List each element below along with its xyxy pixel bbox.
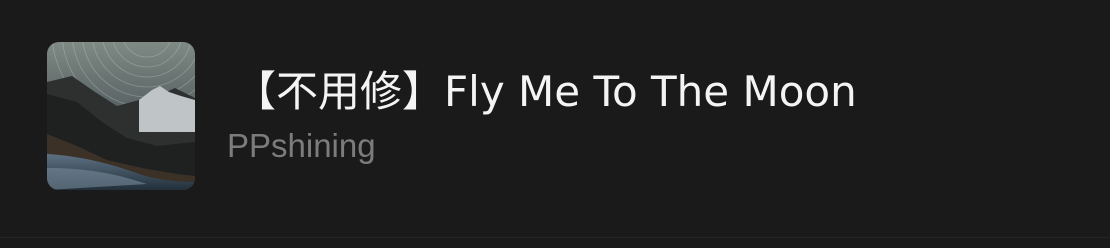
track-title: 【不用修】Fly Me To The Moon — [234, 67, 857, 116]
album-artwork[interactable] — [47, 42, 195, 190]
album-artwork-image — [47, 42, 195, 190]
track-artist: PPshining — [227, 127, 376, 164]
track-list-item[interactable]: 【不用修】Fly Me To The Moon PPshining — [0, 0, 1110, 248]
